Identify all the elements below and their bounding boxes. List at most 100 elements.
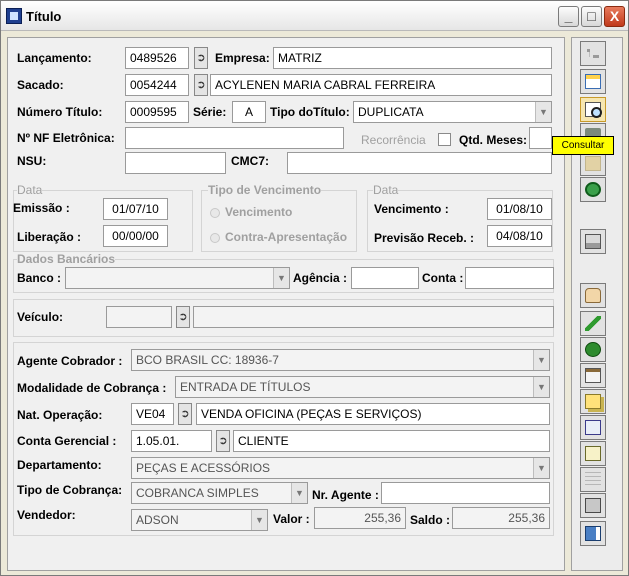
tree-button[interactable] — [580, 41, 606, 66]
agencia-label: Agência : — [293, 271, 348, 285]
modalidade-select[interactable]: ENTRADA DE TÍTULOS ▼ — [175, 376, 550, 398]
agente-cobrador-select[interactable]: BCO BRASIL CC: 18936-7 ▼ — [131, 349, 550, 371]
calc-button[interactable] — [580, 441, 606, 466]
approve-button[interactable] — [580, 283, 606, 308]
chevron-down-icon[interactable]: ▼ — [533, 350, 549, 370]
tipo-titulo-select[interactable]: DUPLICATA ▼ — [353, 101, 552, 123]
close-button[interactable]: X — [604, 6, 625, 27]
vencimento-radio[interactable] — [210, 208, 220, 218]
veiculo-label: Veículo: — [17, 310, 64, 324]
conta-gerencial-lookup-icon[interactable]: ➲ — [216, 430, 230, 452]
empresa-label: Empresa: — [215, 51, 270, 65]
agencia-field[interactable] — [351, 267, 419, 289]
emissao-field[interactable]: 01/07/10 — [103, 198, 168, 220]
departamento-select[interactable]: PEÇAS E ACESSÓRIOS ▼ — [131, 457, 550, 479]
liberacao-field[interactable]: 00/00/00 — [103, 225, 168, 247]
recorrencia-checkbox[interactable] — [438, 133, 451, 146]
clipboard-button[interactable] — [580, 363, 606, 388]
serie-field[interactable]: A — [232, 101, 266, 123]
veiculo-code-field[interactable] — [106, 306, 172, 328]
veiculo-desc-field[interactable] — [193, 306, 554, 328]
title-bar[interactable]: Título _ □ X — [1, 1, 628, 31]
saldo-field[interactable]: 255,36 — [452, 507, 550, 529]
app-icon — [6, 8, 22, 24]
find-icon — [585, 420, 601, 435]
vendedor-select[interactable]: ADSON ▼ — [131, 509, 268, 531]
list-button[interactable] — [580, 467, 606, 492]
find-button[interactable] — [580, 415, 606, 440]
previsao-label: Previsão Receb. : — [374, 231, 475, 245]
nat-operacao-lookup-icon[interactable]: ➲ — [178, 403, 192, 425]
copy-button[interactable] — [580, 389, 606, 414]
data-left-title: Data — [17, 183, 43, 197]
tipo-cobranca-value: COBRANCA SIMPLES — [136, 486, 259, 500]
save-icon — [585, 498, 601, 513]
money-button[interactable] — [580, 337, 606, 362]
empresa-field[interactable]: MATRIZ — [273, 47, 552, 69]
cmc7-label: CMC7: — [231, 154, 269, 168]
valor-field[interactable]: 255,36 — [314, 507, 406, 529]
tipo-titulo-label: Tipo doTítulo: — [270, 105, 350, 119]
consult-icon — [585, 102, 602, 118]
valor-label: Valor : — [273, 512, 310, 526]
chevron-down-icon[interactable]: ▼ — [533, 458, 549, 478]
folder-icon — [585, 156, 601, 171]
grid-icon — [585, 74, 601, 89]
qtd-meses-field[interactable] — [529, 127, 552, 149]
refresh-button[interactable] — [580, 177, 606, 202]
print-button[interactable] — [580, 229, 606, 254]
vendedor-label: Vendedor: — [17, 508, 76, 522]
conta-field[interactable] — [465, 267, 554, 289]
emissao-label: Emissão : — [13, 201, 70, 215]
maximize-button[interactable]: □ — [581, 6, 602, 27]
nr-agente-field[interactable] — [381, 482, 550, 504]
chevron-down-icon[interactable]: ▼ — [251, 510, 267, 530]
previsao-field[interactable]: 04/08/10 — [487, 225, 552, 247]
veiculo-lookup-icon[interactable]: ➲ — [176, 306, 190, 328]
calc-icon — [585, 446, 601, 461]
modalidade-value: ENTRADA DE TÍTULOS — [180, 380, 311, 394]
chevron-down-icon[interactable]: ▼ — [535, 102, 551, 122]
sacado-code-field[interactable]: 0054244 — [125, 74, 189, 96]
nsu-field[interactable] — [125, 152, 226, 174]
chevron-down-icon[interactable]: ▼ — [533, 377, 549, 397]
lancamento-lookup-icon[interactable]: ➲ — [194, 47, 208, 69]
vencimento-field[interactable]: 01/08/10 — [487, 198, 552, 220]
check-icon — [585, 316, 601, 331]
minimize-button[interactable]: _ — [558, 6, 579, 27]
conta-gerencial-code-field[interactable]: 1.05.01. — [131, 430, 212, 452]
grid-button[interactable] — [580, 69, 606, 94]
agente-cobrador-label: Agente Cobrador : — [17, 354, 123, 368]
tipo-cobranca-select[interactable]: COBRANCA SIMPLES ▼ — [131, 482, 308, 504]
list-icon — [585, 472, 601, 487]
serie-label: Série: — [193, 105, 227, 119]
banco-select[interactable]: ▼ — [65, 267, 290, 289]
chevron-down-icon[interactable]: ▼ — [273, 268, 289, 288]
consultar-button[interactable] — [580, 97, 606, 122]
exit-button[interactable] — [580, 521, 606, 546]
sacado-lookup-icon[interactable]: ➲ — [194, 74, 208, 96]
departamento-label: Departamento: — [17, 458, 102, 472]
save-button[interactable] — [580, 493, 606, 518]
tree-icon — [585, 46, 601, 61]
lancamento-field[interactable]: 0489526 — [125, 47, 189, 69]
numero-titulo-field[interactable]: 0009595 — [125, 101, 189, 123]
confirm-button[interactable] — [580, 311, 606, 336]
copy-icon — [585, 394, 601, 409]
nf-eletronica-label: Nº NF Eletrônica: — [17, 131, 115, 145]
nat-operacao-code-field[interactable]: VE04 — [131, 403, 174, 425]
cmc7-field[interactable] — [287, 152, 552, 174]
contra-apresentacao-radio-label: Contra-Apresentação — [225, 230, 348, 244]
conta-gerencial-desc-field[interactable]: CLIENTE — [233, 430, 550, 452]
numero-titulo-label: Número Título: — [17, 105, 103, 119]
nr-agente-label: Nr. Agente : — [312, 488, 379, 502]
nat-operacao-desc-field[interactable]: VENDA OFICINA (PEÇAS E SERVIÇOS) — [196, 403, 550, 425]
sacado-name-field[interactable]: ACYLENEN MARIA CABRAL FERREIRA — [210, 74, 552, 96]
nat-operacao-label: Nat. Operação: — [17, 408, 103, 422]
contra-apresentacao-radio[interactable] — [210, 233, 220, 243]
print-icon — [585, 234, 601, 249]
nf-eletronica-field[interactable] — [125, 127, 344, 149]
sacado-label: Sacado: — [17, 78, 64, 92]
chevron-down-icon[interactable]: ▼ — [291, 483, 307, 503]
data-right-title: Data — [373, 183, 399, 197]
